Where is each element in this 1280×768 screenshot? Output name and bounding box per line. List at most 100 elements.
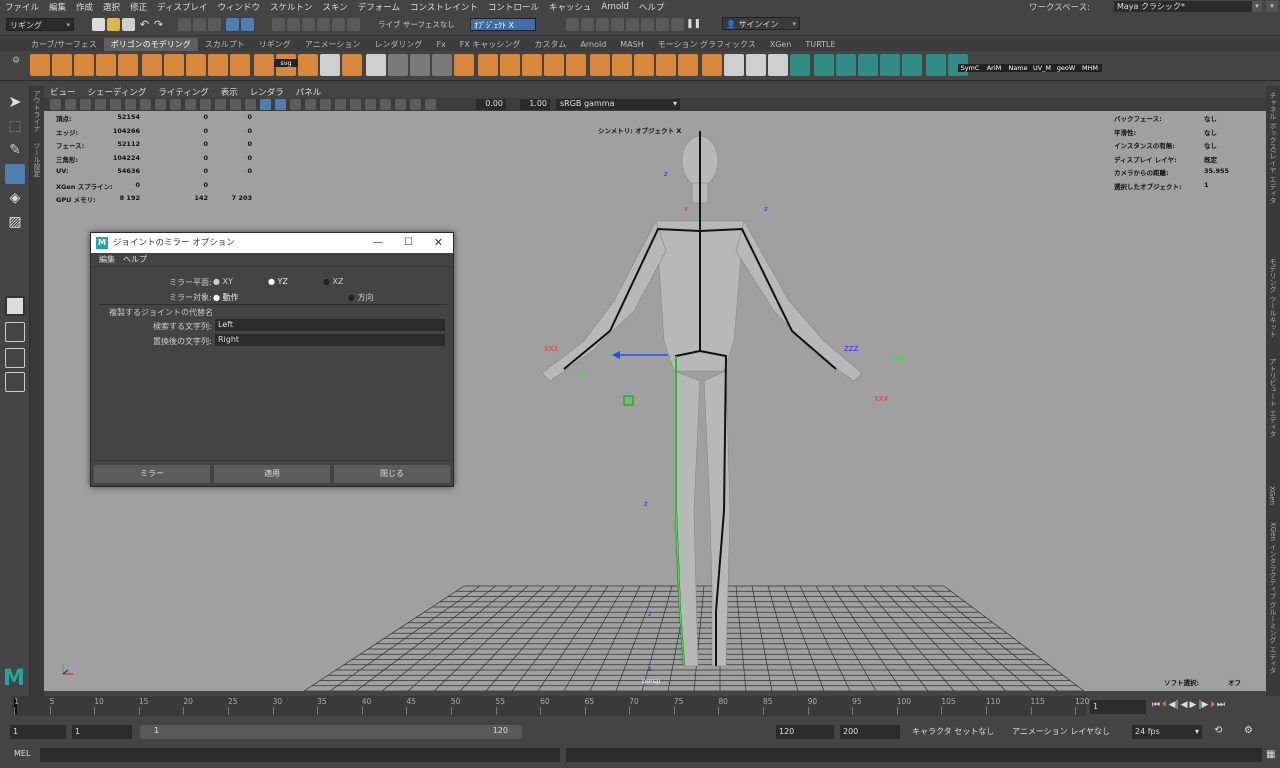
anim-layer-select[interactable]: アニメーション レイヤなし xyxy=(1012,725,1127,739)
select-tool-icon[interactable]: ➤ xyxy=(5,92,25,112)
snap-point-icon[interactable] xyxy=(302,18,315,31)
maximize-icon[interactable]: ☐ xyxy=(404,233,413,253)
menu-item[interactable]: 作成 xyxy=(71,1,98,13)
menu-item[interactable]: ファイル xyxy=(0,1,44,13)
radio-behavior[interactable]: ● 動作 xyxy=(213,292,239,303)
exposure-field[interactable]: 0.00 xyxy=(476,99,506,110)
shelf-tool-icon[interactable] xyxy=(432,54,452,76)
panel-menu-item[interactable]: ビュー xyxy=(44,86,82,98)
single-perspective-layout-icon[interactable] xyxy=(5,296,25,316)
script-editor-icon[interactable]: ▦ xyxy=(1266,749,1275,760)
symmetry-select[interactable]: ｵﾌﾞｼﾞｪｸﾄ X xyxy=(470,18,536,31)
shelf-tab[interactable]: カスタム xyxy=(527,38,573,51)
panel-toolbar-icon[interactable] xyxy=(320,99,331,110)
panel-toolbar-icon[interactable] xyxy=(200,99,211,110)
ipr-render-icon[interactable] xyxy=(626,18,639,31)
radio-xy[interactable]: ● XY xyxy=(213,277,233,286)
shelf-tool-icon[interactable] xyxy=(902,54,922,76)
shelf-tool-icon[interactable] xyxy=(52,54,72,76)
gamma-field[interactable]: 1.00 xyxy=(520,99,550,110)
panel-toolbar-icon[interactable] xyxy=(80,99,91,110)
render-settings-icon[interactable] xyxy=(641,18,654,31)
shelf-tool-icon[interactable] xyxy=(164,54,184,76)
shelf-tool-icon[interactable] xyxy=(254,54,274,76)
paint-select-tool-icon[interactable]: ✎ xyxy=(5,140,25,160)
undo-icon[interactable]: ↶ xyxy=(138,18,151,31)
range-bar[interactable]: 1 120 xyxy=(140,725,522,739)
shelf-tool-icon[interactable] xyxy=(702,54,722,76)
panel-toolbar-icon[interactable] xyxy=(395,99,406,110)
shelf-tool-icon[interactable] xyxy=(320,54,340,76)
radio-yz[interactable]: ● YZ xyxy=(268,277,288,286)
shelf-tab[interactable]: カーブ/サーフェス xyxy=(24,38,104,51)
shelf-tool-icon[interactable] xyxy=(454,54,474,76)
shelf-tab[interactable]: アニメーション xyxy=(298,38,368,51)
xgen-tab[interactable]: XGen xyxy=(1268,486,1276,505)
menu-set-select[interactable]: リギング ▾ xyxy=(6,18,74,31)
attribute-editor-tab[interactable]: アトリビュート エディタ xyxy=(1268,358,1278,437)
menu-item[interactable]: キャッシュ xyxy=(544,1,597,13)
play-forward-icon[interactable]: ▶ xyxy=(1190,700,1197,714)
shelf-script-label[interactable]: AriM xyxy=(982,64,1006,72)
colorspace-select[interactable]: sRGB gamma ▾ xyxy=(556,99,680,110)
four-view-layout-icon[interactable] xyxy=(5,322,25,342)
search-for-field[interactable]: Left xyxy=(215,319,445,331)
shelf-tool-icon[interactable] xyxy=(388,54,408,76)
shelf-tab[interactable]: Fx xyxy=(429,38,452,51)
menu-item[interactable]: 選択 xyxy=(98,1,125,13)
workspace-dropdown-icon[interactable]: ▾ xyxy=(1252,1,1262,12)
menu-item[interactable]: ヘルプ xyxy=(634,1,670,13)
shelf-tool-icon[interactable] xyxy=(118,54,138,76)
shelf-tool-icon[interactable] xyxy=(612,54,632,76)
panel-toolbar-icon[interactable] xyxy=(65,99,76,110)
end-time-field[interactable]: 200 xyxy=(840,725,900,739)
shelf-tab[interactable]: レンダリング xyxy=(367,38,429,51)
panel-menu-item[interactable]: パネル xyxy=(290,86,328,98)
close-button[interactable]: 閉じる xyxy=(334,465,450,483)
shelf-tool-icon[interactable] xyxy=(858,54,878,76)
menu-item[interactable]: スケルトン xyxy=(265,1,318,13)
live-surface-label[interactable]: ライブ サーフェスなし xyxy=(378,19,455,30)
shelf-script-label[interactable]: Name xyxy=(1006,64,1030,72)
snap-live-icon[interactable] xyxy=(332,18,345,31)
menu-item[interactable]: コントロール xyxy=(483,1,544,13)
go-to-end-icon[interactable]: ⏭ xyxy=(1217,700,1225,714)
shelf-tool-icon[interactable] xyxy=(478,54,498,76)
radio-orientation[interactable]: ● 方向 xyxy=(348,292,374,303)
shelf-tab[interactable]: Arnold xyxy=(573,38,613,51)
menu-item[interactable]: 編集 xyxy=(44,1,71,13)
move-tool-icon[interactable] xyxy=(5,164,25,184)
snap-view-plane-icon[interactable] xyxy=(317,18,330,31)
panel-menu-item[interactable]: ライティング xyxy=(152,86,214,98)
pause-icon[interactable]: ❚❚ xyxy=(686,18,701,31)
preferences-icon[interactable]: ⚙ xyxy=(1244,725,1253,736)
panel-toolbar-icon[interactable] xyxy=(125,99,136,110)
shelf-script-label[interactable]: MHM xyxy=(1078,64,1102,72)
svg-tool-label[interactable]: svg xyxy=(274,59,298,67)
panel-toolbar-icon[interactable] xyxy=(380,99,391,110)
select-joint-icon[interactable] xyxy=(226,18,239,31)
shelf-tool-icon[interactable] xyxy=(142,54,162,76)
lasso-tool-icon[interactable]: ⬚ xyxy=(5,116,25,136)
panel-toolbar-icon[interactable] xyxy=(260,99,271,110)
playback-start-field[interactable]: 1 xyxy=(72,725,132,739)
scale-tool-icon[interactable]: ▨ xyxy=(5,212,25,232)
redo-icon[interactable]: ↷ xyxy=(152,18,165,31)
new-scene-icon[interactable] xyxy=(92,18,105,31)
panel-toolbar-icon[interactable] xyxy=(275,99,286,110)
shelf-tool-icon[interactable] xyxy=(746,54,766,76)
shelf-tab[interactable]: MASH xyxy=(613,38,650,51)
shelf-tab[interactable]: モーション グラフィックス xyxy=(651,38,763,51)
shelf-tool-icon[interactable] xyxy=(74,54,94,76)
panel-toolbar-icon[interactable] xyxy=(140,99,151,110)
panel-toolbar-icon[interactable] xyxy=(290,99,301,110)
panel-toolbar-icon[interactable] xyxy=(335,99,346,110)
select-object-icon[interactable] xyxy=(193,18,206,31)
panel-toolbar-icon[interactable] xyxy=(245,99,256,110)
shelf-script-label[interactable]: SymC xyxy=(958,64,982,72)
shelf-tool-icon[interactable] xyxy=(634,54,654,76)
fps-select[interactable]: 24 fps ▾ xyxy=(1132,725,1202,739)
shelf-tool-icon[interactable] xyxy=(410,54,430,76)
shelf-tab[interactable]: スカルプト xyxy=(198,38,252,51)
arnold-render-icon[interactable] xyxy=(671,18,684,31)
